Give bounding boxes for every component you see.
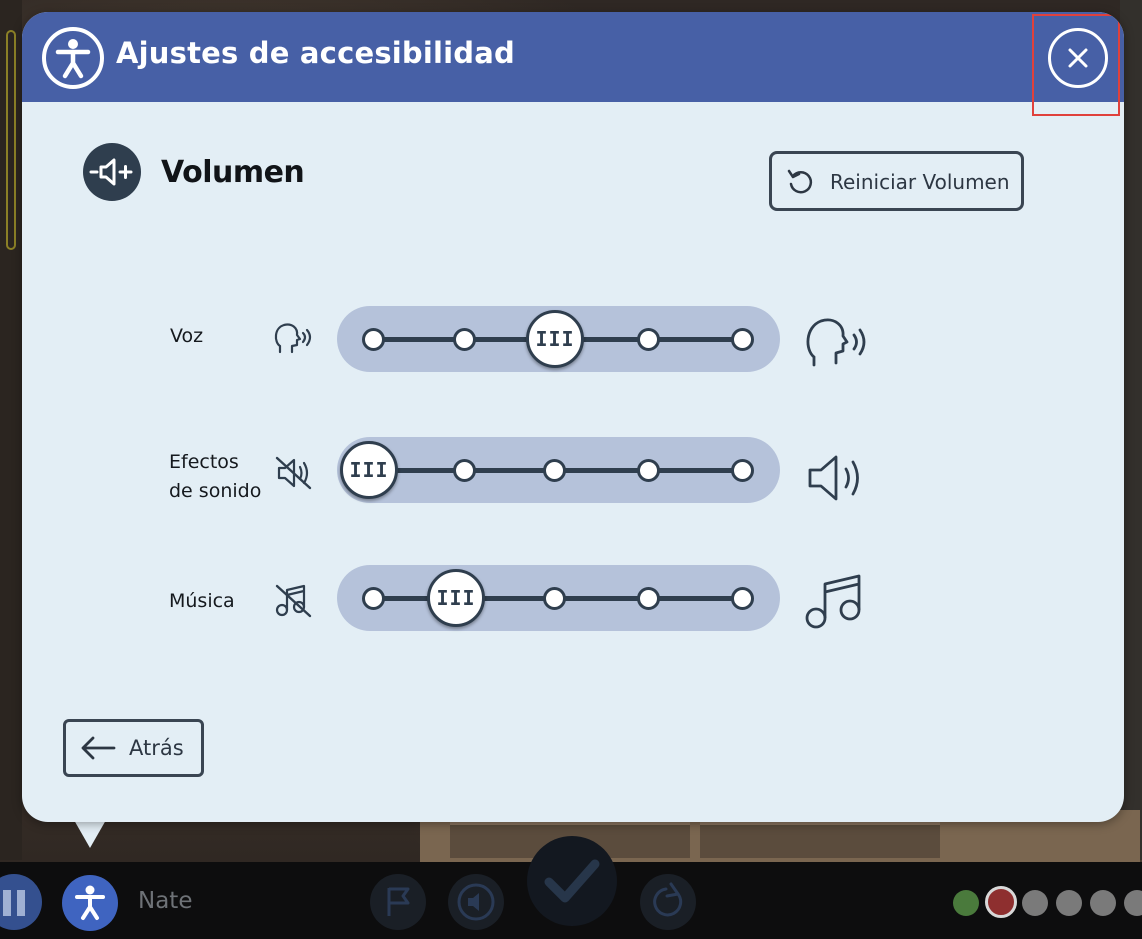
slider-thumb[interactable]: III [427,569,485,627]
music-volume-slider[interactable]: III [337,565,780,631]
background-wire [6,30,16,250]
slider-label-text: Música [169,590,235,612]
player-name: Nate [138,888,193,914]
slider-step[interactable] [362,587,385,610]
slider-label-efectos: Efectos de sonido [169,448,261,506]
back-button[interactable]: Atrás [63,719,204,777]
progress-dot [1090,890,1116,916]
restart-button[interactable] [640,874,696,930]
accessibility-icon [75,885,105,920]
pause-icon [3,890,11,916]
slider-step[interactable] [731,328,754,351]
slider-label-text: Efectos [169,451,239,473]
dialog-title: Ajustes de accesibilidad [116,36,515,70]
close-icon [1068,48,1088,68]
close-button[interactable] [1048,28,1108,88]
slider-step[interactable] [543,459,566,482]
accessibility-button[interactable] [62,875,118,931]
reset-icon [787,169,813,194]
slider-step[interactable] [543,587,566,610]
restart-icon [653,882,683,917]
submit-button[interactable] [527,836,617,926]
background-tile [700,822,940,858]
slider-thumb[interactable]: III [340,441,398,499]
slider-step[interactable] [453,328,476,351]
voice-volume-slider[interactable]: III [337,306,780,372]
sound-muted-icon [275,456,312,490]
volume-section-icon [83,143,141,201]
speaker-loud-icon [808,455,859,501]
slider-label-voz: Voz [170,322,203,351]
modal-pointer [74,820,106,848]
slider-step[interactable] [637,459,660,482]
slider-step[interactable] [362,328,385,351]
voice-high-icon [806,318,866,367]
slider-step[interactable] [637,328,660,351]
progress-dot-current [985,886,1017,918]
slider-step[interactable] [453,459,476,482]
slider-step[interactable] [731,459,754,482]
progress-dot [1056,890,1082,916]
accessibility-icon [42,27,104,89]
slider-step[interactable] [731,587,754,610]
section-title: Volumen [161,155,305,190]
slider-thumb[interactable]: III [526,310,584,368]
slider-label-text: de sonido [169,480,262,502]
voice-low-icon [274,323,312,354]
progress-dot [1124,890,1142,916]
dialog-header: Ajustes de accesibilidad [22,12,1124,116]
slider-label-musica: Música [169,587,235,616]
slider-label-text: Voz [170,325,204,347]
flag-button[interactable] [370,874,426,930]
progress-dot-complete [953,890,979,916]
replay-audio-button[interactable] [448,874,504,930]
replay-audio-icon [457,883,495,921]
reset-volume-button[interactable]: Reiniciar Volumen [769,151,1024,211]
reset-volume-label: Reiniciar Volumen [830,170,1010,194]
music-muted-icon [275,584,312,618]
accessibility-settings-dialog: Ajustes de accesibilidad Volumen Reinici… [22,12,1124,822]
music-note-icon [805,574,861,629]
slider-step[interactable] [637,587,660,610]
bottom-toolbar: Nate [0,836,1142,939]
checkmark-icon [544,859,600,903]
back-button-label: Atrás [129,736,184,760]
pause-button[interactable] [0,874,42,930]
pause-icon [17,890,25,916]
progress-dot [1022,890,1048,916]
flag-icon [387,887,410,916]
arrow-left-icon [81,736,116,760]
sound-effects-volume-slider[interactable]: III [337,437,780,503]
